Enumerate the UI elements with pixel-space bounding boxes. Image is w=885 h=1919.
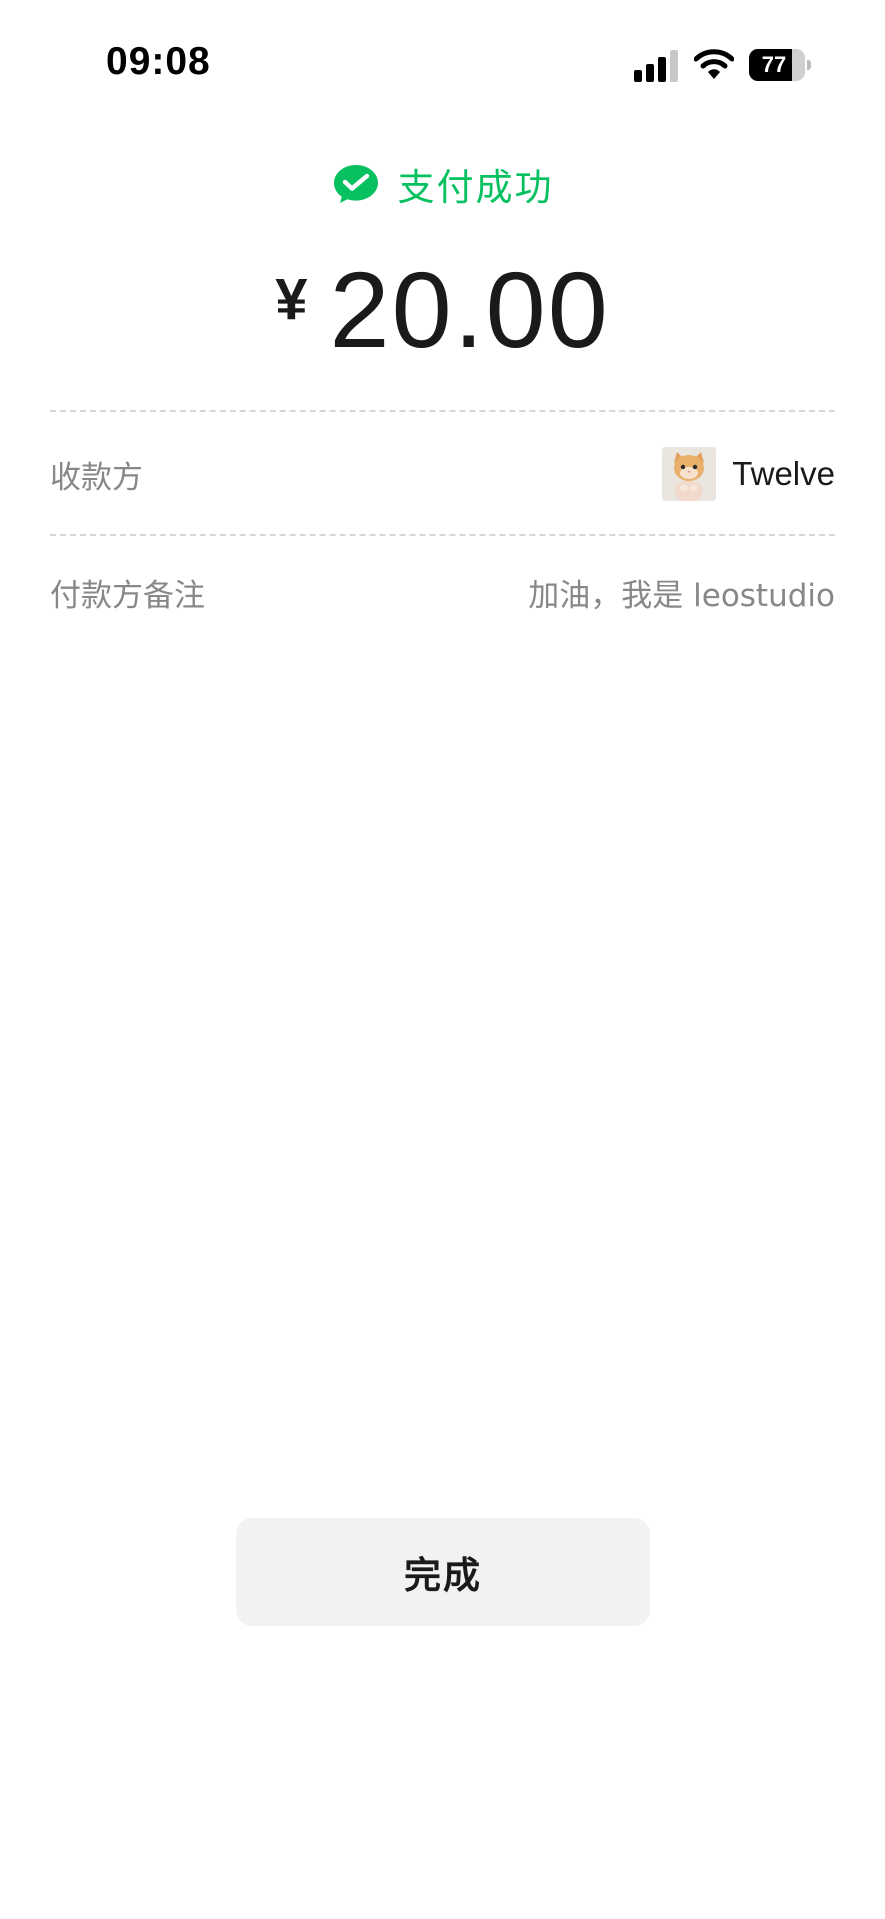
- wechat-pay-check-icon: [333, 165, 378, 203]
- done-button-label: 完成: [404, 1554, 482, 1597]
- divider-top: [50, 410, 835, 412]
- amount-value: 20.00: [329, 248, 610, 370]
- wifi-icon: [694, 49, 734, 79]
- payee-name: Twelve: [732, 455, 835, 492]
- payment-success-page: 09:08 77 支付成功 ¥ 20.00 收款方 Twelve 付款方备注 加…: [0, 0, 885, 1919]
- cat-avatar-icon: [662, 447, 717, 501]
- payer-note-row: 付款方备注 加油，我是 leostudio: [50, 552, 835, 632]
- status-time: 09:08: [106, 40, 211, 83]
- payee-avatar: [662, 447, 717, 501]
- status-bar: 09:08 77: [0, 0, 885, 130]
- battery-body: 77: [749, 49, 805, 81]
- battery-percentage: 77: [761, 52, 787, 77]
- payer-note-label: 付款方备注: [50, 577, 205, 614]
- payee-row: 收款方 Twelve: [50, 434, 835, 514]
- payer-note-value: 加油，我是 leostudio: [528, 577, 835, 614]
- divider-middle: [50, 534, 835, 536]
- payment-amount: ¥ 20.00: [0, 244, 885, 374]
- payee-label: 收款方: [50, 459, 143, 496]
- battery-icon: 77: [749, 49, 811, 81]
- payee-info[interactable]: Twelve: [662, 447, 835, 501]
- currency-symbol: ¥: [275, 266, 308, 332]
- payment-success-header: 支付成功: [0, 156, 885, 212]
- cellular-signal-icon: [634, 48, 680, 82]
- done-button[interactable]: 完成: [236, 1518, 650, 1626]
- battery-cap: [807, 60, 811, 70]
- payment-success-title: 支付成功: [397, 166, 554, 209]
